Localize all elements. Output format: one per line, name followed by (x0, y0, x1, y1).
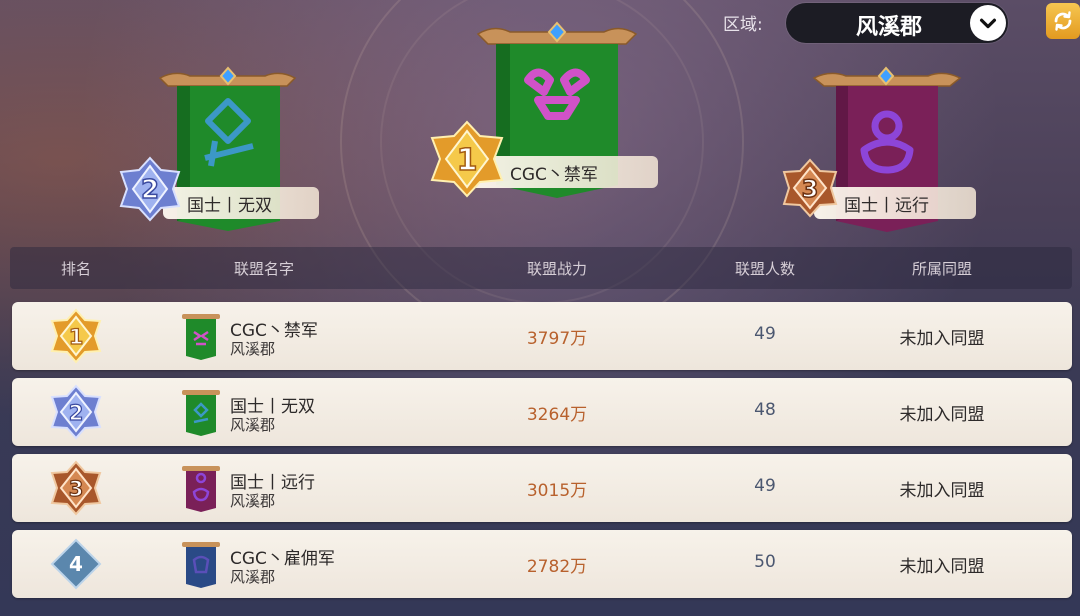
column-header-alliance-name: 联盟名字 (233, 260, 295, 278)
row-alliance-members: 49 (754, 324, 776, 344)
region-label: 区域: (723, 15, 763, 35)
row-region-name: 风溪郡 (230, 492, 276, 510)
row-alliance-power: 2782万 (526, 557, 588, 577)
alliance-flag-icon (182, 466, 220, 512)
bronze-medal-icon: 3 (50, 460, 102, 516)
refresh-icon (1054, 11, 1072, 31)
ranking-table-header: 排名 联盟名字 联盟战力 联盟人数 所属同盟 (10, 247, 1072, 289)
podium-alliance-name: 国士丨远行 (844, 195, 929, 216)
row-region-name: 风溪郡 (230, 416, 276, 434)
podium-rank-1[interactable]: CGC丶禁军 1 (428, 20, 660, 200)
row-alliance-members: 50 (754, 552, 776, 572)
row-alliance-power: 3015万 (526, 481, 588, 501)
diamond-rank-icon: 4 (50, 538, 102, 590)
row-alliance-members: 49 (754, 476, 776, 496)
alliance-flag-icon (182, 390, 220, 436)
row-region-name: 风溪郡 (230, 568, 276, 586)
row-rank-number: 3 (69, 477, 84, 501)
podium-rank-2[interactable]: 国士丨无双 2 (115, 66, 325, 236)
refresh-button[interactable] (1046, 3, 1080, 39)
podium-rank-number: 2 (141, 175, 159, 205)
column-header-league: 所属同盟 (911, 260, 973, 278)
column-header-rank: 排名 (60, 260, 92, 278)
table-row[interactable]: 4 CGC丶雇佣军 风溪郡 2782万 50 未加入同盟 (12, 530, 1072, 598)
podium-rank-number: 3 (802, 175, 819, 203)
row-rank-number: 4 (69, 552, 83, 576)
column-header-alliance-power: 联盟战力 (526, 260, 588, 278)
gold-medal-icon: 1 (430, 120, 504, 198)
bronze-medal-icon: 3 (782, 158, 838, 218)
table-row[interactable]: 3 国士丨远行 风溪郡 3015万 49 未加入同盟 (12, 454, 1072, 522)
row-alliance-power: 3264万 (526, 405, 588, 425)
alliance-flag-icon (182, 542, 220, 588)
podium-rank-number: 1 (457, 143, 478, 178)
silver-medal-icon: 2 (50, 384, 102, 440)
row-league-status: 未加入同盟 (899, 405, 985, 425)
podium-alliance-name: 国士丨无双 (187, 195, 272, 216)
region-value: 风溪郡 (856, 15, 923, 40)
row-rank-number: 2 (69, 401, 84, 425)
region-dropdown[interactable]: 风溪郡 (786, 3, 1008, 43)
row-league-status: 未加入同盟 (899, 329, 985, 349)
table-row[interactable]: 2 国士丨无双 风溪郡 3264万 48 未加入同盟 (12, 378, 1072, 446)
row-league-status: 未加入同盟 (899, 557, 985, 577)
column-header-alliance-members: 联盟人数 (734, 260, 796, 278)
row-region-name: 风溪郡 (230, 340, 276, 358)
podium-rank-3[interactable]: 国士丨远行 3 (778, 66, 988, 236)
row-alliance-power: 3797万 (526, 329, 588, 349)
row-rank-number: 1 (69, 325, 84, 349)
podium-name-plate: 国士丨无双 (163, 187, 319, 219)
chevron-down-icon[interactable] (970, 5, 1006, 41)
gold-medal-icon: 1 (50, 308, 102, 364)
alliance-flag-icon (182, 314, 220, 360)
table-row[interactable]: 1 CGC丶禁军 风溪郡 3797万 49 未加入同盟 (12, 302, 1072, 370)
silver-medal-icon: 2 (119, 156, 181, 222)
row-alliance-members: 48 (754, 400, 776, 420)
row-league-status: 未加入同盟 (899, 481, 985, 501)
podium-alliance-name: CGC丶禁军 (510, 164, 598, 185)
